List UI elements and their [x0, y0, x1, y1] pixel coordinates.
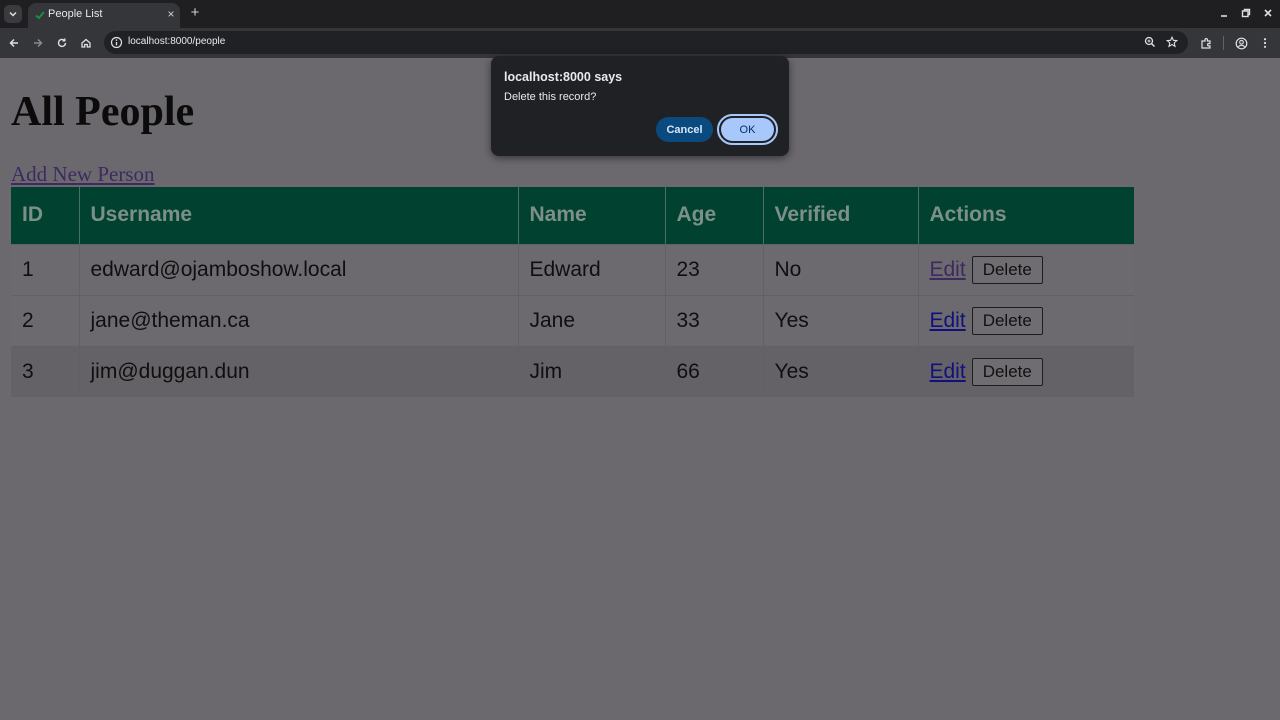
- tab-title: People List: [48, 8, 103, 20]
- browser-menu-button[interactable]: [1257, 35, 1273, 51]
- cell-name: Edward: [518, 243, 666, 295]
- tab-close-icon[interactable]: ×: [165, 7, 177, 21]
- url-text[interactable]: localhost:8000/people: [128, 36, 225, 47]
- new-tab-button[interactable]: +: [188, 5, 202, 21]
- browser-toolbar: localhost:8000/people: [0, 28, 1280, 58]
- cell-username: edward@ojamboshow.local: [79, 243, 519, 295]
- forward-button[interactable]: [30, 35, 46, 51]
- confirm-dialog: localhost:8000 says Delete this record? …: [491, 56, 789, 156]
- people-table: ID Username Name Age Verified Actions 1 …: [11, 187, 1134, 397]
- chevron-down-icon: [9, 11, 17, 17]
- cell-id: 1: [11, 243, 80, 295]
- restore-icon: [1241, 8, 1251, 18]
- cell-age: 33: [665, 294, 764, 346]
- cell-verified: No: [763, 243, 919, 295]
- bookmark-button[interactable]: [1165, 35, 1179, 49]
- dialog-message: Delete this record?: [504, 91, 597, 103]
- cell-username: jane@theman.ca: [79, 294, 519, 346]
- edit-link[interactable]: Edit: [930, 258, 966, 281]
- column-header-age: Age: [665, 187, 764, 244]
- back-button[interactable]: [6, 35, 22, 51]
- minimize-button[interactable]: [1217, 6, 1231, 20]
- ok-button-label: OK: [721, 118, 774, 141]
- home-icon: [81, 38, 91, 48]
- column-header-actions: Actions: [918, 187, 1134, 244]
- reload-button[interactable]: [54, 35, 70, 51]
- close-window-button[interactable]: [1261, 6, 1275, 20]
- cell-age: 23: [665, 243, 764, 295]
- tab-search-button[interactable]: [4, 5, 22, 23]
- reload-icon: [57, 38, 67, 48]
- edit-link[interactable]: Edit: [930, 309, 966, 332]
- column-header-name: Name: [518, 187, 666, 244]
- close-icon: [1264, 9, 1272, 17]
- arrow-right-icon: [34, 38, 43, 48]
- browser-tab[interactable]: People List ×: [28, 3, 180, 28]
- extensions-button[interactable]: [1198, 35, 1214, 51]
- home-button[interactable]: [78, 35, 94, 51]
- cell-name: Jane: [518, 294, 666, 346]
- cell-id: 2: [11, 294, 80, 346]
- puzzle-icon: [1200, 37, 1211, 49]
- delete-button[interactable]: Delete: [971, 306, 1043, 335]
- add-new-person-link[interactable]: Add New Person: [11, 162, 154, 187]
- dialog-title: localhost:8000 says: [504, 70, 623, 84]
- cell-id: 3: [11, 345, 80, 397]
- site-info-icon[interactable]: [110, 36, 123, 49]
- cell-verified: Yes: [763, 294, 919, 346]
- zoom-button[interactable]: [1143, 35, 1157, 49]
- more-vertical-icon: [1263, 38, 1267, 48]
- cancel-button[interactable]: Cancel: [656, 117, 713, 142]
- zoom-icon: [1144, 36, 1156, 48]
- cell-verified: Yes: [763, 345, 919, 397]
- table-row: 2 jane@theman.ca Jane 33 Yes Edit Delete: [11, 294, 1134, 346]
- delete-button[interactable]: Delete: [971, 357, 1043, 386]
- edit-link[interactable]: Edit: [930, 360, 966, 383]
- ok-button[interactable]: OK: [717, 114, 778, 145]
- cell-actions: Edit Delete: [918, 243, 1134, 295]
- checkmark-favicon-icon: [35, 11, 45, 20]
- account-circle-icon: [1235, 37, 1247, 49]
- table-row: 3 jim@duggan.dun Jim 66 Yes Edit Delete: [11, 345, 1134, 397]
- profile-button[interactable]: [1233, 35, 1249, 51]
- cell-actions: Edit Delete: [918, 294, 1134, 346]
- tab-strip: People List × +: [0, 0, 1280, 28]
- table-header-row: ID Username Name Age Verified Actions: [11, 187, 1134, 244]
- cell-age: 66: [665, 345, 764, 397]
- page-title: All People: [11, 89, 195, 135]
- column-header-id: ID: [11, 187, 80, 244]
- toolbar-divider: [1223, 36, 1224, 50]
- delete-button[interactable]: Delete: [971, 255, 1043, 284]
- column-header-verified: Verified: [763, 187, 919, 244]
- table-row: 1 edward@ojamboshow.local Edward 23 No E…: [11, 243, 1134, 295]
- address-bar[interactable]: localhost:8000/people: [104, 31, 1188, 54]
- cell-name: Jim: [518, 345, 666, 397]
- restore-button[interactable]: [1239, 6, 1253, 20]
- arrow-left-icon: [9, 38, 18, 48]
- cell-actions: Edit Delete: [918, 345, 1134, 397]
- cell-username: jim@duggan.dun: [79, 345, 519, 397]
- minimize-icon: [1221, 15, 1227, 17]
- star-icon: [1166, 36, 1178, 48]
- column-header-username: Username: [79, 187, 519, 244]
